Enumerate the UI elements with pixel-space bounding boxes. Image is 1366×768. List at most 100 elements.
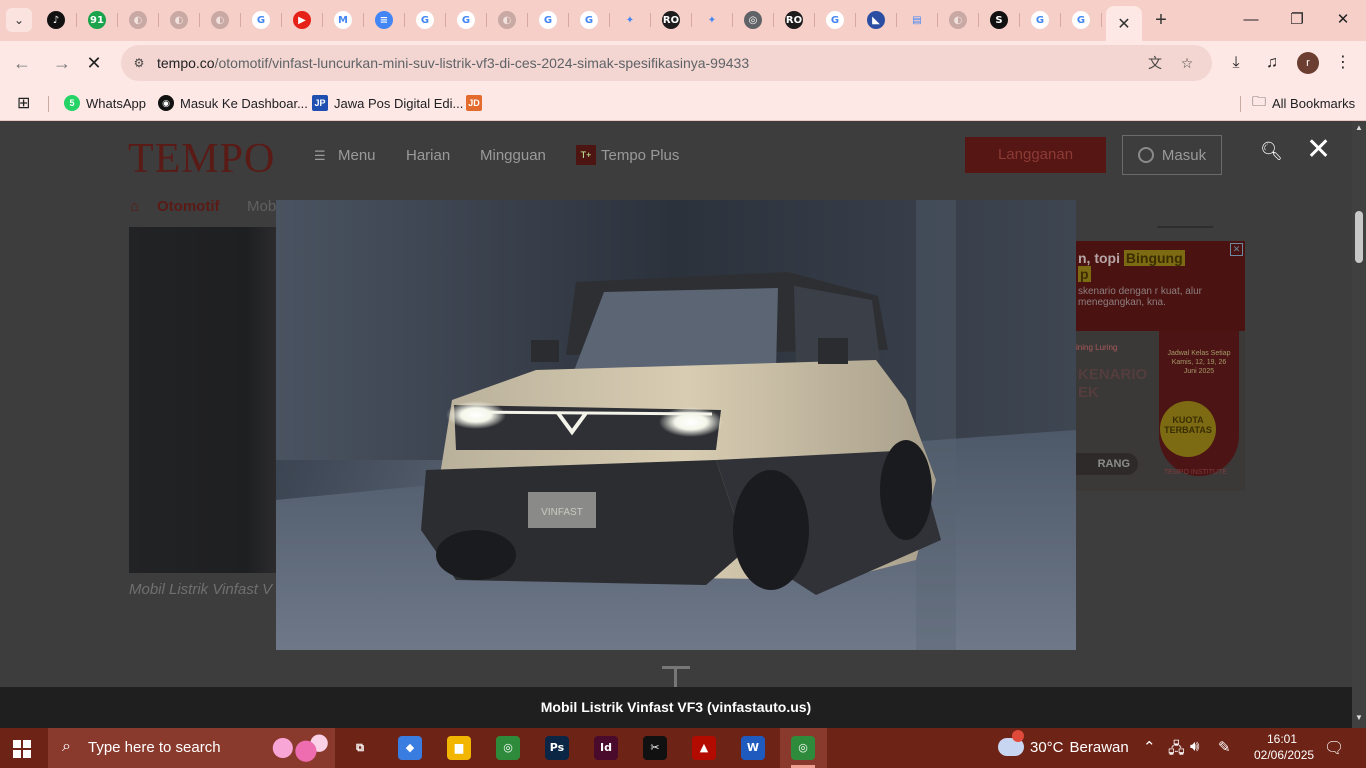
plate-text: VINFAST [541, 507, 583, 518]
taskbar-app[interactable]: Ps [537, 732, 577, 764]
windows-start-button[interactable] [13, 740, 31, 758]
browser-tab[interactable]: G [1020, 6, 1061, 34]
browser-tab[interactable]: G [569, 6, 610, 34]
word-icon: W [741, 736, 765, 760]
browser-tab[interactable]: G [1061, 6, 1102, 34]
browser-tab[interactable]: ◐ [200, 6, 241, 34]
google-icon: G [826, 11, 844, 29]
all-bookmarks-button[interactable]: 🗀 All Bookmarks [1252, 93, 1355, 113]
google-icon: G [457, 11, 475, 29]
globe-icon: ◐ [170, 11, 188, 29]
browser-tab[interactable]: ▤ [897, 6, 938, 34]
weather-widget[interactable]: 30°C Berawan [998, 730, 1129, 756]
stop-loading-button[interactable]: ✕ [82, 51, 106, 75]
browser-tab[interactable]: ◐ [159, 6, 200, 34]
nav-mingguan[interactable]: Mingguan [480, 147, 546, 164]
scroll-down-icon[interactable]: ▼ [1354, 713, 1364, 722]
bookmark-dashboard[interactable]: ◉ Masuk Ke Dashboar... [158, 93, 308, 113]
clock[interactable]: 16:01 02/06/2025 [1254, 731, 1314, 763]
nav-harian[interactable]: Harian [406, 147, 450, 164]
scrollbar-thumb[interactable] [1355, 211, 1363, 263]
bookmark-whatsapp[interactable]: 5 WhatsApp [64, 93, 146, 113]
back-button[interactable]: ← [10, 51, 34, 75]
login-button[interactable]: Masuk [1122, 135, 1222, 175]
site-info-icon[interactable]: ⚙ [131, 55, 147, 71]
scroll-up-icon[interactable]: ▲ [1354, 123, 1364, 132]
ad-close-icon[interactable]: ✕ [1230, 243, 1243, 256]
apps-grid-icon[interactable]: ⊞ [17, 93, 30, 113]
bookmark-star-icon[interactable]: ☆ [1177, 53, 1197, 73]
browser-tab[interactable]: G [528, 6, 569, 34]
browser-tab[interactable]: ≡ [364, 6, 405, 34]
taskbar-search[interactable]: ⌕ Type here to search [48, 728, 335, 768]
taskbar-app[interactable]: ✂ [635, 732, 675, 764]
browser-tab[interactable]: ◣ [856, 6, 897, 34]
taskbar-app[interactable]: ⧉ [340, 732, 380, 764]
breadcrumb-next[interactable]: Mob [247, 198, 276, 215]
forward-button[interactable]: → [50, 51, 74, 75]
nav-menu[interactable]: Menu [338, 147, 376, 164]
chrome-profile-icon: ◎ [791, 736, 815, 760]
taskbar-app[interactable]: W [733, 732, 773, 764]
browser-tab[interactable]: ✦ [610, 6, 651, 34]
minimize-button[interactable]: — [1236, 8, 1266, 32]
close-window-button[interactable]: ✕ [1328, 8, 1358, 32]
download-icon[interactable]: ⤓ [1225, 52, 1247, 74]
chevron-up-icon[interactable]: ⌃ [1143, 738, 1156, 756]
restore-button[interactable]: ❐ [1282, 8, 1312, 32]
user-icon [1137, 147, 1154, 163]
close-lightbox-button[interactable]: ✕ [1306, 135, 1331, 165]
notifications-icon[interactable]: 🗨︎ [1324, 738, 1344, 758]
tab-search-button[interactable]: ⌄ [6, 8, 32, 32]
google-icon: G [252, 11, 270, 29]
taskbar-app[interactable]: ▲ [684, 732, 724, 764]
browser-tab[interactable]: 91 [77, 6, 118, 34]
browser-tab[interactable]: S [979, 6, 1020, 34]
taskbar-app[interactable]: ◎ [488, 732, 528, 764]
bookmark-jd[interactable]: JD [466, 93, 482, 113]
browser-tab[interactable]: G [446, 6, 487, 34]
network-icon[interactable]: 🖧︎ [1168, 738, 1185, 763]
browser-tab[interactable]: ◎ [733, 6, 774, 34]
taskbar-app[interactable]: Id [586, 732, 626, 764]
taskbar-app[interactable]: ◎ [783, 732, 823, 768]
browser-tab[interactable]: RO [774, 6, 815, 34]
browser-tab[interactable]: M [323, 6, 364, 34]
nav-tempo-plus[interactable]: Tempo Plus [601, 147, 679, 164]
address-bar[interactable]: ⚙ tempo.co/otomotif/vinfast-luncurkan-mi… [121, 45, 1212, 81]
tempo-logo[interactable]: TEMPO [128, 135, 275, 183]
subscribe-button[interactable]: Langganan [965, 137, 1106, 173]
file-explorer-icon: ▆ [447, 736, 471, 760]
browser-tab[interactable]: ◐ [118, 6, 159, 34]
url-text[interactable]: tempo.co/otomotif/vinfast-luncurkan-mini… [157, 55, 749, 71]
chrome-menu-icon[interactable]: ⋮ [1332, 52, 1354, 74]
profile-avatar[interactable]: r [1297, 52, 1319, 74]
gmail-icon: M [334, 11, 352, 29]
browser-tab[interactable]: G [405, 6, 446, 34]
browser-tab[interactable]: ✦ [692, 6, 733, 34]
lightbox-image[interactable]: VINFAST [276, 200, 1076, 650]
browser-tab[interactable]: ◐ [487, 6, 528, 34]
browser-tab[interactable]: ▶ [282, 6, 323, 34]
browser-tab[interactable]: ◐ [938, 6, 979, 34]
browser-tab[interactable]: G [815, 6, 856, 34]
browser-tab[interactable]: ♪ [36, 6, 77, 34]
ad-institute: TEMPO INSTITUTE [1164, 469, 1227, 476]
browser-tab[interactable]: G [241, 6, 282, 34]
pen-icon[interactable]: ✎ [1218, 738, 1231, 756]
taskbar-app[interactable]: ◆ [390, 732, 430, 764]
new-tab-button[interactable]: + [1150, 9, 1172, 31]
vertical-scrollbar[interactable]: ▲ ▼ [1352, 121, 1366, 728]
ad-cta-button[interactable]: RANG [1076, 453, 1138, 475]
zoom-icon[interactable]: 🔍︎ [1260, 141, 1283, 162]
breadcrumb-otomotif[interactable]: Otomotif [157, 198, 219, 215]
taskbar-app[interactable]: ▆ [439, 732, 479, 764]
advertisement[interactable]: n, topi Bingung p ✕ skenario dengan r kua… [1076, 241, 1245, 491]
bookmark-jawapos[interactable]: JP Jawa Pos Digital Edi... [312, 93, 463, 113]
active-tab-close-button[interactable]: ✕ [1106, 6, 1142, 41]
translate-icon[interactable]: 文 [1145, 53, 1165, 73]
home-icon[interactable]: ⌂ [130, 198, 139, 215]
volume-icon[interactable]: 🔊︎ [1190, 738, 1199, 755]
media-control-icon[interactable]: ♫ [1261, 52, 1283, 74]
browser-tab[interactable]: RO [651, 6, 692, 34]
